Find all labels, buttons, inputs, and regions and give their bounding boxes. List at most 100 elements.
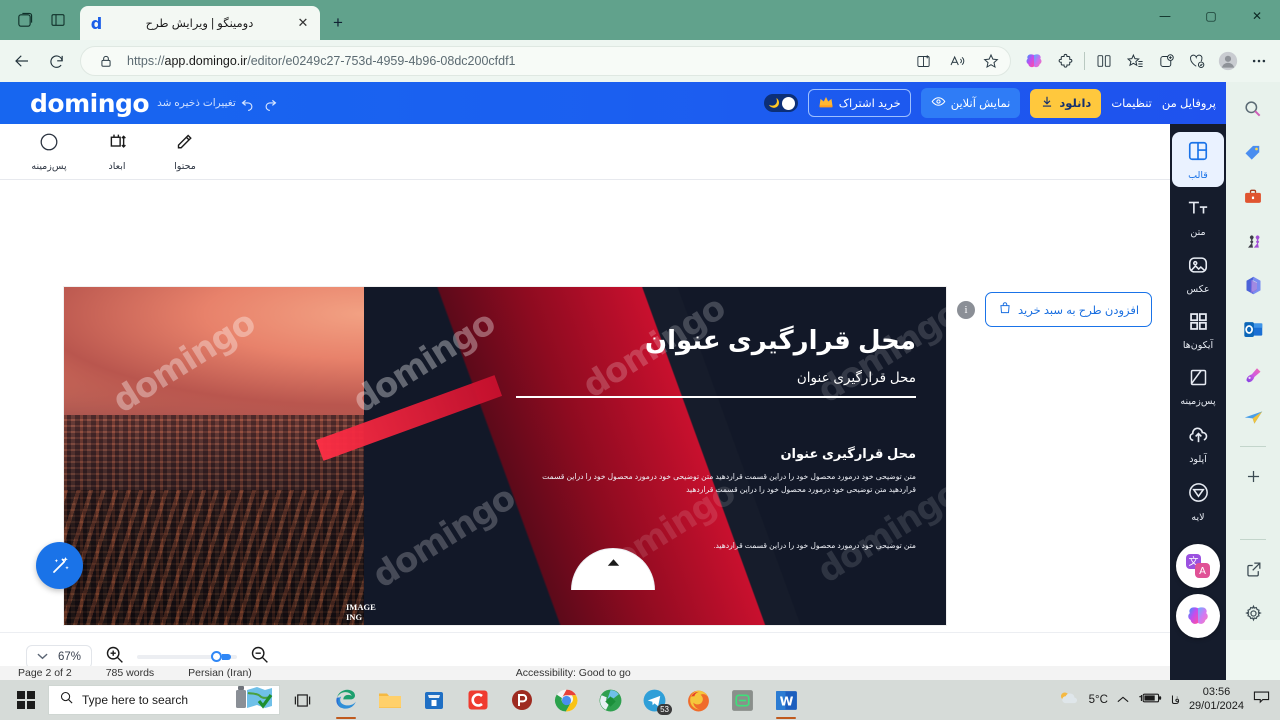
sidebar-send-icon[interactable] [1236, 400, 1270, 434]
taskbar-p-app-icon[interactable] [500, 680, 544, 720]
tool-background[interactable]: پس‌زمینه [26, 131, 72, 172]
chevron-up-icon[interactable] [1117, 691, 1129, 709]
titlebar-left-buttons [0, 0, 74, 40]
extensions-puzzle-icon[interactable] [1050, 46, 1080, 76]
design-heading-2[interactable]: محل قرارگیری عنوان [516, 446, 916, 462]
tool-content[interactable]: محتوا [162, 132, 208, 172]
taskbar-word-icon[interactable]: W [764, 680, 808, 720]
taskbar-idm-icon[interactable] [588, 680, 632, 720]
taskbar-file-explorer-icon[interactable] [368, 680, 412, 720]
rail-item-image[interactable]: عکس [1172, 246, 1224, 301]
sidebar-m365-icon[interactable] [1236, 268, 1270, 302]
sidebar-outlook-icon[interactable] [1236, 312, 1270, 346]
zoom-level-select[interactable]: 67% [26, 644, 93, 669]
sidebar-image-creator-icon[interactable] [1236, 356, 1270, 390]
sidebar-search-icon[interactable] [1236, 92, 1270, 126]
sidebar-open-external-icon[interactable] [1236, 552, 1270, 586]
online-preview-button[interactable]: نمایش آنلاین [920, 88, 1021, 118]
sidebar-tools-icon[interactable] [1236, 180, 1270, 214]
shopping-bag-icon [998, 301, 1012, 318]
zoom-slider-thumb[interactable] [211, 650, 223, 662]
notifications-icon[interactable] [1253, 690, 1270, 710]
start-button[interactable] [4, 680, 48, 720]
reload-icon[interactable] [40, 45, 72, 77]
sidebar-shopping-icon[interactable] [1236, 136, 1270, 170]
rail-item-shape[interactable]: لایه [1172, 473, 1224, 529]
domingo-logo[interactable]: domingo [30, 89, 150, 118]
close-window-button[interactable]: ✕ [1234, 0, 1280, 32]
browser-essentials-icon[interactable] [1182, 46, 1212, 76]
taskbar-edge-icon[interactable] [324, 680, 368, 720]
design-body-text-2[interactable]: متن توضیحی خود درمورد محصول خود را دراین… [516, 541, 916, 550]
chevron-down-icon [37, 651, 48, 663]
close-icon[interactable]: ✕ [294, 14, 312, 32]
browser-window: d دومینگو | ویرایش طرح ✕ + — ▢ ✕ https:/… [0, 0, 1280, 680]
download-button[interactable]: دانلود [1030, 88, 1102, 118]
taskbar-firefox-icon[interactable] [676, 680, 720, 720]
info-icon[interactable]: i [957, 300, 975, 319]
minimize-button[interactable]: — [1142, 0, 1188, 32]
add-to-cart-button[interactable]: افزودن طرح به سبد خرید [985, 292, 1153, 327]
task-view-button[interactable] [280, 680, 324, 720]
rail-item-text[interactable]: متن [1172, 189, 1224, 244]
undo-icon[interactable] [240, 96, 255, 111]
back-icon[interactable] [6, 45, 38, 77]
language-indicator[interactable]: فا [1171, 693, 1180, 707]
design-subtitle[interactable]: محل قرارگیری عنوان [516, 370, 916, 386]
taskbar-green-app-icon[interactable] [720, 680, 764, 720]
sidebar-add-icon[interactable] [1236, 459, 1270, 493]
rail-item-icons[interactable]: آیکون‌ها [1172, 303, 1224, 357]
split-screen-toggle-icon[interactable] [1089, 46, 1119, 76]
redo-icon[interactable] [263, 96, 278, 111]
tool-dimensions[interactable]: ابعاد [94, 132, 140, 172]
profile-avatar-icon[interactable] [1213, 46, 1243, 76]
sidebar-settings-gear-icon[interactable] [1236, 596, 1270, 630]
editor-sub-toolbar: پس‌زمینه ابعاد محتوا [0, 124, 1226, 180]
taskbar-store-icon[interactable] [412, 680, 456, 720]
lock-icon [93, 48, 119, 74]
weather-icon[interactable] [1058, 689, 1080, 712]
svg-text:A: A [1199, 566, 1206, 577]
tab-search-icon[interactable] [8, 4, 40, 36]
search-icon [59, 690, 74, 710]
rail-item-background-label: پس‌زمینه [1180, 396, 1216, 407]
favorite-star-icon[interactable] [978, 48, 1004, 74]
design-body-text[interactable]: متن توضیحی خود درمورد محصول خود را دراین… [516, 470, 916, 497]
tool-dimensions-label: ابعاد [108, 160, 126, 172]
taskbar-c-app-icon[interactable] [456, 680, 500, 720]
rail-item-template[interactable]: قالب [1172, 132, 1224, 187]
taskbar-chrome-icon[interactable] [544, 680, 588, 720]
taskbar-search-box[interactable]: Type here to search [48, 685, 280, 715]
taskbar-clock[interactable]: 03:56 29/01/2024 [1189, 686, 1244, 714]
taskbar-telegram-icon[interactable]: 53 [632, 680, 676, 720]
settings-link[interactable]: تنظیمات [1111, 96, 1152, 110]
zoom-slider[interactable] [137, 650, 238, 662]
browser-tab[interactable]: d دومینگو | ویرایش طرح ✕ [80, 6, 320, 40]
split-panes-icon[interactable] [42, 4, 74, 36]
profile-link[interactable]: پروفایل من [1162, 96, 1216, 110]
rail-item-upload[interactable]: آپلود [1172, 415, 1224, 471]
dark-mode-toggle[interactable]: 🌙 [763, 94, 798, 112]
word-page-indicator: Page 2 of 2 [18, 667, 72, 679]
battery-charging-icon[interactable] [1138, 691, 1162, 710]
translate-button[interactable]: 文A [1176, 544, 1220, 588]
design-title[interactable]: محل قرارگیری عنوان [516, 325, 916, 356]
read-aloud-icon[interactable] [944, 48, 970, 74]
sidebar-games-icon[interactable] [1236, 224, 1270, 258]
split-screen-icon[interactable] [910, 48, 936, 74]
rail-item-background[interactable]: پس‌زمینه [1172, 359, 1224, 413]
buy-subscription-button[interactable]: خرید اشتراک [807, 89, 911, 117]
design-artboard[interactable]: domingo domingo domingo domingo domingo … [64, 287, 946, 625]
more-options-icon[interactable] [1244, 46, 1274, 76]
browser-toolbar: https://app.domingo.ir/editor/e0249c27-7… [0, 40, 1280, 82]
new-tab-button[interactable]: + [324, 9, 352, 37]
address-bar[interactable]: https://app.domingo.ir/editor/e0249c27-7… [80, 46, 1011, 76]
maximize-button[interactable]: ▢ [1188, 0, 1234, 32]
add-collection-icon[interactable] [1151, 46, 1181, 76]
copilot-button[interactable] [1176, 594, 1220, 638]
collections-star-list-icon[interactable] [1120, 46, 1150, 76]
copilot-brain-icon[interactable] [1019, 46, 1049, 76]
magic-wand-button[interactable] [36, 542, 83, 589]
canvas-area[interactable]: domingo domingo domingo domingo domingo … [0, 180, 1226, 632]
edge-sidebar [1226, 82, 1280, 640]
